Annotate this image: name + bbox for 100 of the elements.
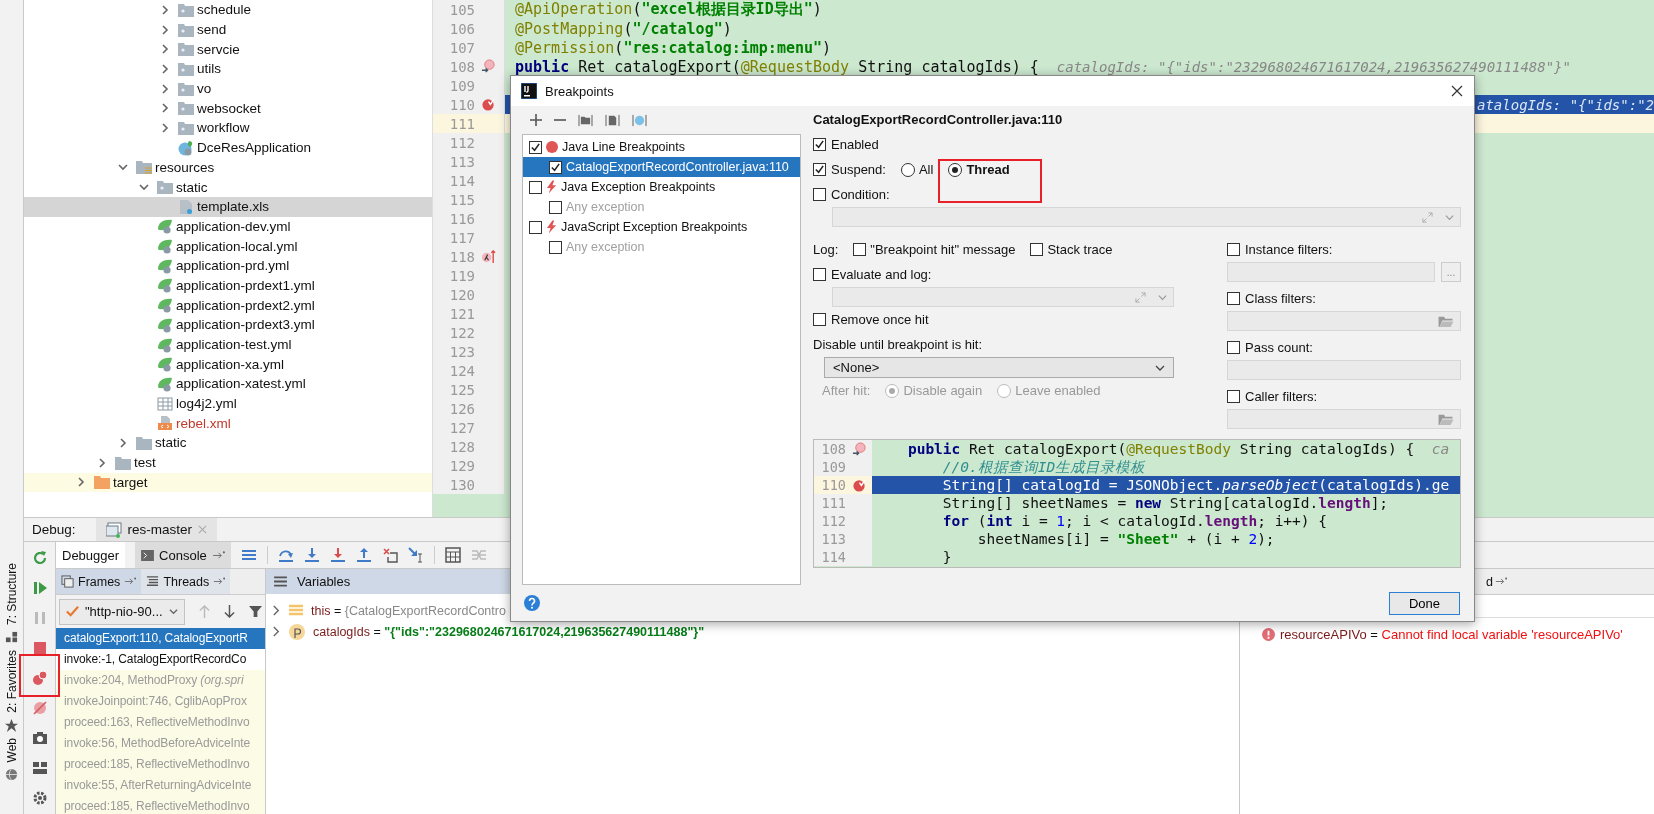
add-icon[interactable] (530, 114, 542, 126)
tree-item[interactable]: servcie (24, 39, 432, 60)
camera-icon[interactable] (31, 730, 48, 746)
tree-item[interactable]: static (24, 433, 432, 453)
tree-item[interactable]: rebel.xml (24, 413, 432, 434)
mute-breakpoints-icon[interactable] (31, 700, 48, 716)
package-folder-icon (178, 61, 194, 76)
checkbox[interactable] (813, 188, 826, 201)
checkbox[interactable] (1227, 243, 1240, 256)
filter-field[interactable] (1227, 262, 1435, 282)
tree-item[interactable]: send (24, 19, 432, 40)
step-out-icon[interactable] (355, 547, 372, 563)
checkbox[interactable] (813, 268, 826, 281)
tree-item[interactable]: utils (24, 59, 432, 79)
checkbox[interactable] (1030, 243, 1044, 256)
breakpoint-group[interactable]: Java Line Breakpoints (523, 137, 800, 157)
group-by-package-icon[interactable] (578, 113, 593, 127)
tree-item[interactable]: vo (24, 78, 432, 99)
tree-item[interactable]: log4j2.yml (24, 393, 432, 414)
checkbox[interactable] (529, 140, 542, 154)
execution-point-icon[interactable] (240, 547, 257, 563)
tree-item[interactable]: schedule (24, 0, 432, 20)
run-to-cursor-icon[interactable] (407, 547, 424, 563)
checkbox[interactable] (549, 160, 562, 174)
breakpoint-dropdown[interactable]: <None> (824, 357, 1174, 378)
filter-icon[interactable] (248, 605, 262, 618)
tree-item[interactable]: application-prdext1.yml (24, 275, 432, 296)
override-method-icon[interactable] (851, 441, 867, 457)
checkbox[interactable] (1227, 341, 1240, 354)
tree-item[interactable]: application-dev.yml (24, 216, 432, 237)
radio-button[interactable] (948, 162, 963, 177)
star-icon (5, 718, 18, 732)
close-icon[interactable] (1451, 85, 1463, 97)
tree-item[interactable]: application-prdext3.yml (24, 315, 432, 335)
rerun-icon[interactable] (31, 550, 48, 566)
checkbox[interactable] (813, 138, 826, 151)
checkbox[interactable] (1227, 292, 1240, 305)
step-over-icon[interactable] (277, 547, 294, 563)
stack-frame[interactable]: invoke:-1, CatalogExportRecordCo (56, 649, 265, 670)
force-step-into-icon[interactable] (329, 547, 346, 563)
calculator-icon[interactable] (444, 547, 461, 563)
filter-field[interactable] (1227, 360, 1461, 380)
checkbox[interactable] (1227, 390, 1240, 403)
breakpoints-icon[interactable] (31, 670, 48, 686)
code-line: String[] sheetNames = new String[catalogId.length]; (941, 495, 1389, 511)
checkbox[interactable] (813, 163, 826, 176)
resume-icon[interactable] (31, 580, 48, 596)
radio-button[interactable] (900, 162, 915, 177)
stack-frame[interactable]: catalogExport:110, CatalogExportR (56, 628, 265, 649)
checkbox[interactable] (529, 220, 542, 234)
side-tab[interactable]: 7: Structure (4, 563, 19, 645)
tree-item[interactable]: static (24, 177, 432, 197)
breakpoint-group[interactable]: JavaScript Exception Breakpoints (523, 217, 800, 237)
tree-item[interactable]: application-xa.yml (24, 354, 432, 375)
checkbox[interactable] (529, 180, 542, 194)
step-into-icon[interactable] (303, 547, 320, 563)
filter-field[interactable] (1227, 409, 1461, 429)
breakpoint-item[interactable]: CatalogExportRecordController.java:110 (523, 157, 800, 177)
checkbox[interactable] (853, 243, 867, 256)
drop-frame-icon[interactable] (381, 547, 398, 563)
help-icon[interactable] (524, 595, 540, 611)
table-file-icon (157, 395, 173, 412)
tree-item[interactable]: test (24, 452, 432, 473)
tree-item[interactable]: resources (24, 157, 432, 178)
watch-value: resourceAPIVo = Cannot find local variable 'resourceAPIVo' (1280, 627, 1623, 642)
frames-tab[interactable]: Threads (141, 569, 231, 594)
tree-item[interactable]: workflow (24, 118, 432, 138)
side-tab[interactable]: Web (4, 737, 19, 782)
watches-tab[interactable]: d (1486, 569, 1507, 594)
arrow-down-icon[interactable] (223, 605, 235, 618)
breakpoint-icon[interactable] (851, 477, 867, 493)
session-tab[interactable]: res-master (95, 518, 218, 541)
tree-item[interactable]: application-test.yml (24, 334, 432, 355)
debug-tab[interactable]: Debugger (56, 542, 126, 568)
chevron-right-icon[interactable] (272, 605, 281, 616)
side-tab[interactable]: 2: Favorites (4, 650, 19, 732)
tree-item[interactable]: application-xatest.yml (24, 374, 432, 394)
breakpoint-group[interactable]: Java Exception Breakpoints (523, 177, 800, 197)
chevron-right-icon[interactable] (272, 626, 281, 637)
code-line: public Ret catalogExport(@RequestBody String catalogIds) { ca (906, 441, 1450, 457)
group-by-file-icon[interactable] (605, 113, 620, 127)
layout-icon[interactable] (31, 760, 48, 776)
filter-field[interactable] (1227, 311, 1461, 331)
lambda-icon[interactable] (480, 249, 496, 264)
stop-icon[interactable] (31, 640, 48, 656)
tree-item[interactable]: template.xls (24, 196, 432, 217)
tree-item[interactable]: application-prdext2.yml (24, 295, 432, 315)
done-button[interactable]: Done (1389, 591, 1460, 615)
frames-tab[interactable]: Frames (56, 569, 142, 594)
tree-item[interactable]: DceResApplication (24, 137, 432, 158)
thread-dropdown[interactable]: "http-nio-90... (59, 598, 185, 625)
checkbox[interactable] (813, 313, 826, 326)
tree-item[interactable]: application-local.yml (24, 236, 432, 256)
settings-icon[interactable] (31, 790, 48, 806)
tree-item[interactable]: websocket (24, 98, 432, 119)
breakpoint-icon[interactable] (480, 97, 496, 112)
tree-item[interactable]: application-prd.yml (24, 255, 432, 276)
tree-item[interactable]: target (24, 472, 432, 493)
debug-tab[interactable]: Console (135, 542, 231, 568)
override-method-icon[interactable] (480, 59, 496, 74)
